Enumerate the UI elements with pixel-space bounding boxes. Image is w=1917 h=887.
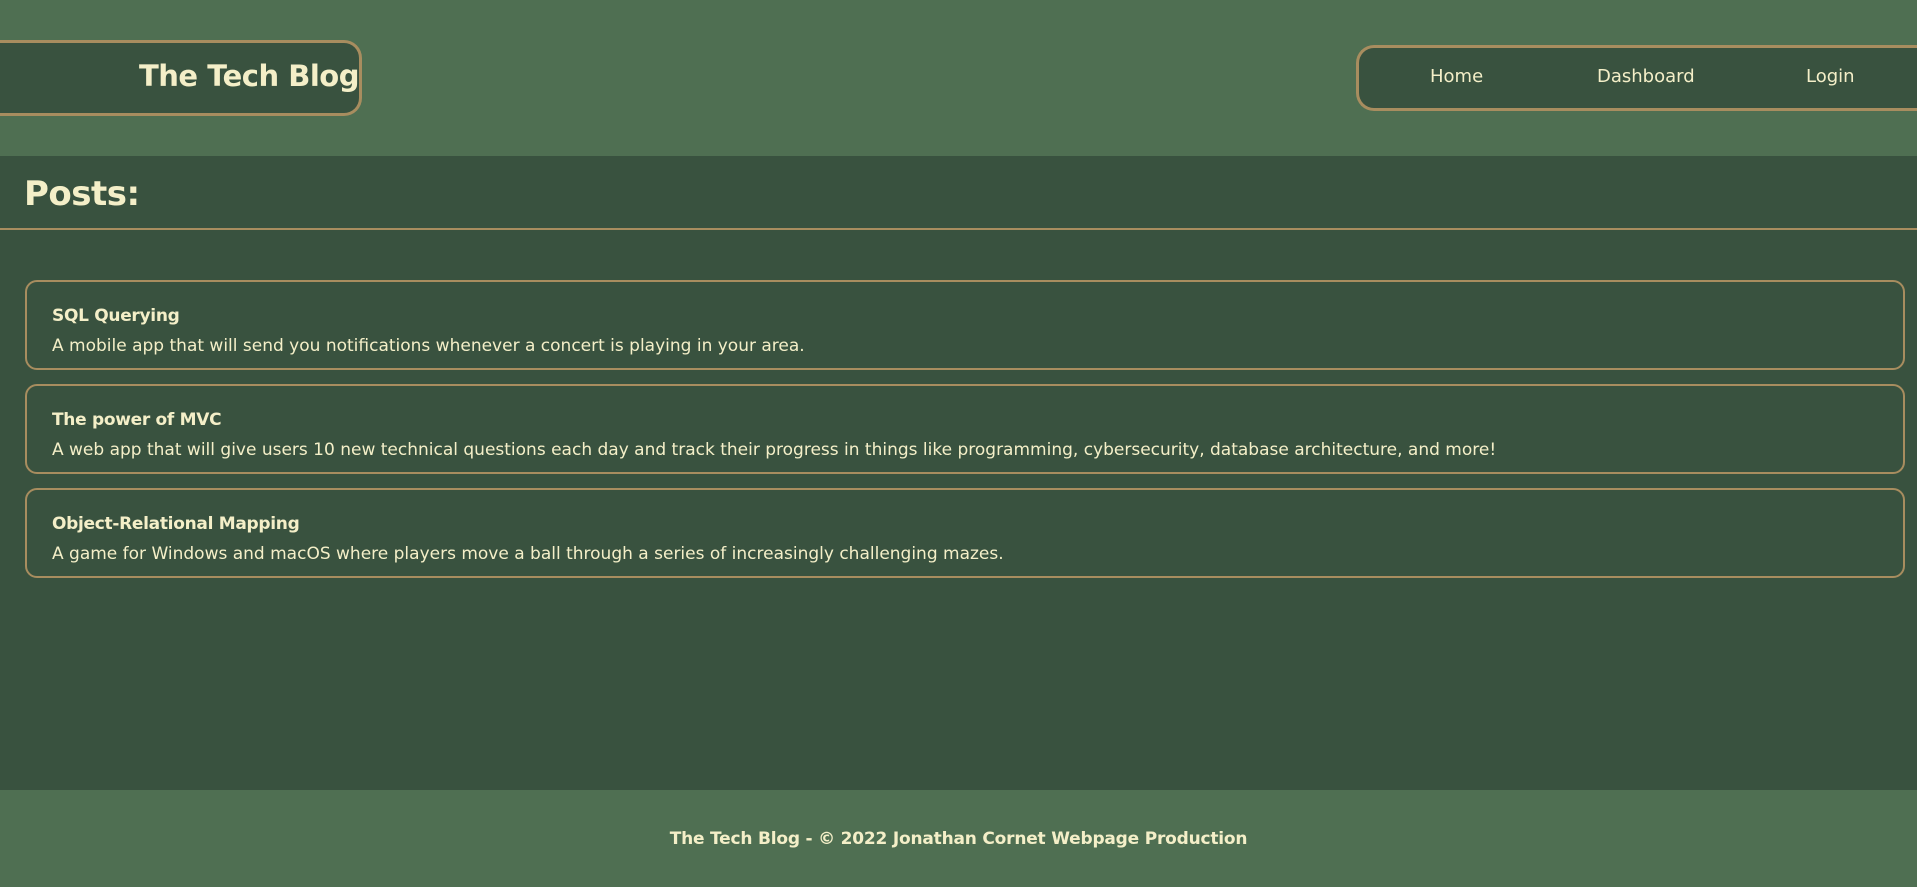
post-card[interactable]: The power of MVC A web app that will giv…: [25, 384, 1905, 474]
page: The Tech Blog Home Dashboard Login Posts…: [0, 0, 1917, 887]
post-card[interactable]: Object-Relational Mapping A game for Win…: [25, 488, 1905, 578]
posts-section-header: Posts:: [0, 156, 1917, 230]
site-header: The Tech Blog Home Dashboard Login: [0, 0, 1917, 156]
post-title[interactable]: Object-Relational Mapping: [52, 513, 300, 535]
main-nav: Home Dashboard Login: [1356, 45, 1917, 111]
post-description: A game for Windows and macOS where playe…: [52, 544, 1004, 564]
post-description: A mobile app that will send you notifica…: [52, 336, 805, 356]
nav-link-login[interactable]: Login: [1806, 65, 1855, 89]
nav-link-dashboard[interactable]: Dashboard: [1597, 65, 1695, 89]
nav-link-home[interactable]: Home: [1430, 65, 1483, 89]
site-brand[interactable]: The Tech Blog: [0, 40, 362, 116]
post-list: SQL Querying A mobile app that will send…: [25, 280, 1905, 592]
post-title[interactable]: The power of MVC: [52, 409, 222, 431]
post-description: A web app that will give users 10 new te…: [52, 440, 1497, 460]
posts-heading: Posts:: [24, 174, 140, 214]
site-title[interactable]: The Tech Blog: [139, 56, 359, 96]
post-card[interactable]: SQL Querying A mobile app that will send…: [25, 280, 1905, 370]
post-title[interactable]: SQL Querying: [52, 305, 180, 327]
footer-copyright: The Tech Blog - © 2022 Jonathan Cornet W…: [669, 829, 1248, 849]
site-footer: The Tech Blog - © 2022 Jonathan Cornet W…: [0, 790, 1917, 887]
